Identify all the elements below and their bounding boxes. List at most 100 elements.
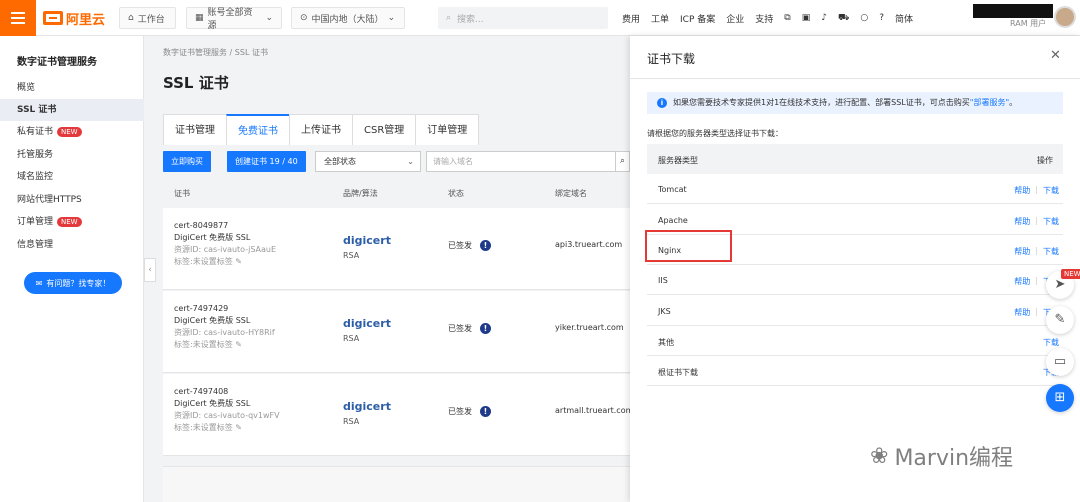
breadcrumb-item[interactable]: 数字证书管理服务	[163, 48, 227, 57]
new-badge: NEW	[1061, 269, 1080, 279]
workbench-button[interactable]: ⌂ 工作台	[119, 7, 176, 29]
nav-ticket[interactable]: 工单	[651, 12, 669, 25]
edit-icon: ✎	[235, 257, 242, 266]
domain-search-input[interactable]: 请输入域名	[426, 151, 616, 172]
help-link[interactable]: 帮助	[1014, 246, 1030, 257]
nav-icp[interactable]: ICP 备案	[680, 12, 715, 25]
sidebar-item-private-cert[interactable]: 私有证书 NEW	[0, 121, 144, 143]
column-brand: 品牌/算法	[343, 189, 378, 198]
ask-expert-button[interactable]: ✉ 有问题？找专家！	[24, 272, 122, 294]
cart-icon[interactable]: ⛟	[838, 13, 849, 24]
tab-orders[interactable]: 订单管理	[415, 114, 480, 145]
sidebar-item-ssl[interactable]: SSL 证书	[0, 99, 144, 121]
search-placeholder: 搜索...	[457, 14, 484, 25]
sidebar-item-domain-monitor[interactable]: 域名监控	[0, 166, 144, 188]
search-input[interactable]: ⌕ 搜索...	[438, 7, 608, 29]
home-icon: ⌂	[128, 13, 134, 23]
tab-upload-cert[interactable]: 上传证书	[289, 114, 353, 145]
bound-domain: artmall.trueart.com	[555, 406, 634, 415]
table-footer	[163, 466, 630, 502]
status-text: 已签发	[448, 407, 472, 416]
help-link[interactable]: 帮助	[1014, 185, 1030, 196]
help-icon[interactable]: ?	[879, 13, 884, 23]
action-separator: |	[1035, 307, 1038, 316]
cert-product: DigiCert 免费版 SSL	[174, 316, 251, 325]
info-icon[interactable]: !	[480, 406, 491, 417]
tab-csr[interactable]: CSR管理	[352, 114, 417, 145]
cert-tag[interactable]: 标签:未设置标签 ✎	[174, 339, 275, 351]
avatar[interactable]	[1054, 6, 1076, 28]
chevron-down-icon: ⌄	[387, 13, 396, 23]
help-link[interactable]: 帮助	[1014, 307, 1030, 318]
column-action: 操作	[1037, 156, 1053, 165]
terminal-icon[interactable]: ▣	[802, 13, 811, 23]
info-banner: i 如果您需要技术专家提供1对1在线技术支持，进行配置、部署SSL证书，可点击购…	[647, 92, 1063, 114]
server-name: Apache	[658, 216, 688, 225]
sidebar-item-info[interactable]: 信息管理	[0, 234, 144, 256]
close-icon[interactable]: ✕	[1050, 48, 1061, 63]
buy-button[interactable]: 立即购买	[163, 151, 211, 172]
bulb-icon[interactable]: ○	[860, 13, 868, 23]
help-link[interactable]: 帮助	[1014, 216, 1030, 227]
algorithm: RSA	[343, 417, 360, 426]
column-server-type: 服务器类型	[658, 156, 698, 165]
info-icon[interactable]: !	[480, 323, 491, 334]
search-icon: ⌕	[446, 13, 452, 23]
menu-icon[interactable]	[0, 0, 36, 36]
search-icon[interactable]: ⌕	[616, 151, 630, 172]
cert-tag-label: 标签:未设置标签	[174, 257, 233, 266]
edit-icon[interactable]: ✎	[1046, 306, 1074, 334]
divider	[630, 78, 1080, 79]
row-actions: 帮助 | 下载	[1014, 246, 1059, 257]
tab-free-cert[interactable]: 免费证书	[226, 114, 290, 145]
account-resource-select[interactable]: ▦ 账号全部资源 ⌄	[186, 7, 282, 31]
nav-enterprise[interactable]: 企业	[726, 12, 744, 25]
drawer-title: 证书下载	[647, 52, 696, 66]
download-link[interactable]: 下载	[1043, 185, 1059, 196]
table-header: 证书 品牌/算法 状态 绑定域名	[163, 180, 630, 206]
download-link[interactable]: 下载	[1043, 246, 1059, 257]
download-link[interactable]: 下载	[1043, 337, 1059, 348]
cert-resource-id: 资源ID: cas-ivauto-jSAauE	[174, 245, 277, 254]
sidebar-item-overview[interactable]: 概览	[0, 77, 144, 99]
nav-support[interactable]: 支持	[755, 12, 773, 25]
deploy-service-link[interactable]: "部署服务"	[970, 98, 1009, 107]
chat-icon: ✉	[35, 278, 43, 288]
region-label: 中国内地（大陆）	[311, 14, 384, 25]
sidebar-item-proxy-https[interactable]: 网站代理HTTPS	[0, 189, 144, 211]
sidebar-item-managed[interactable]: 托管服务	[0, 144, 144, 166]
server-name: Tomcat	[658, 185, 687, 194]
status-text: 已签发	[448, 241, 472, 250]
bell-icon[interactable]: ♪	[821, 13, 827, 23]
action-separator: |	[1035, 246, 1038, 255]
sidebar-item-label: 私有证书	[17, 127, 54, 137]
status-select[interactable]: 全部状态 ⌄	[315, 151, 421, 172]
sidebar-item-orders[interactable]: 订单管理 NEW	[0, 211, 144, 233]
create-cert-button[interactable]: 创建证书 19 / 40	[227, 151, 306, 172]
sidebar-item-label: 概览	[17, 83, 36, 93]
help-link[interactable]: 帮助	[1014, 276, 1030, 287]
logo[interactable]: 阿里云	[43, 9, 105, 28]
table-row: cert-8049877 DigiCert 免费版 SSL 资源ID: cas-…	[163, 208, 630, 290]
chat-icon[interactable]: ▭	[1046, 348, 1074, 376]
download-link[interactable]: 下载	[1043, 216, 1059, 227]
apps-icon[interactable]: ⊞	[1046, 384, 1074, 412]
tab-cert-management[interactable]: 证书管理	[163, 114, 227, 145]
status-select-value: 全部状态	[324, 157, 356, 166]
language-switch[interactable]: 简体	[895, 12, 913, 25]
server-row-tomcat: Tomcat 帮助 | 下载	[647, 174, 1063, 204]
nav-billing[interactable]: 费用	[622, 12, 640, 25]
table-row: cert-7497408 DigiCert 免费版 SSL 资源ID: cas-…	[163, 374, 634, 456]
chevron-down-icon: ⌄	[407, 157, 414, 166]
cert-id: cert-8049877	[174, 221, 229, 230]
info-icon[interactable]: !	[480, 240, 491, 251]
sidebar-title: 数字证书管理服务	[17, 57, 97, 68]
watermark-text: Marvin编程	[894, 446, 1014, 471]
cert-tag[interactable]: 标签:未设置标签 ✎	[174, 256, 276, 268]
cert-tag[interactable]: 标签:未设置标签 ✎	[174, 422, 280, 434]
cert-tag-label: 标签:未设置标签	[174, 340, 233, 349]
region-select[interactable]: ⊙ 中国内地（大陆） ⌄	[291, 7, 405, 29]
edit-icon: ✎	[235, 340, 242, 349]
code-icon[interactable]: ⧉	[784, 13, 790, 23]
cert-id: cert-7497408	[174, 387, 229, 396]
